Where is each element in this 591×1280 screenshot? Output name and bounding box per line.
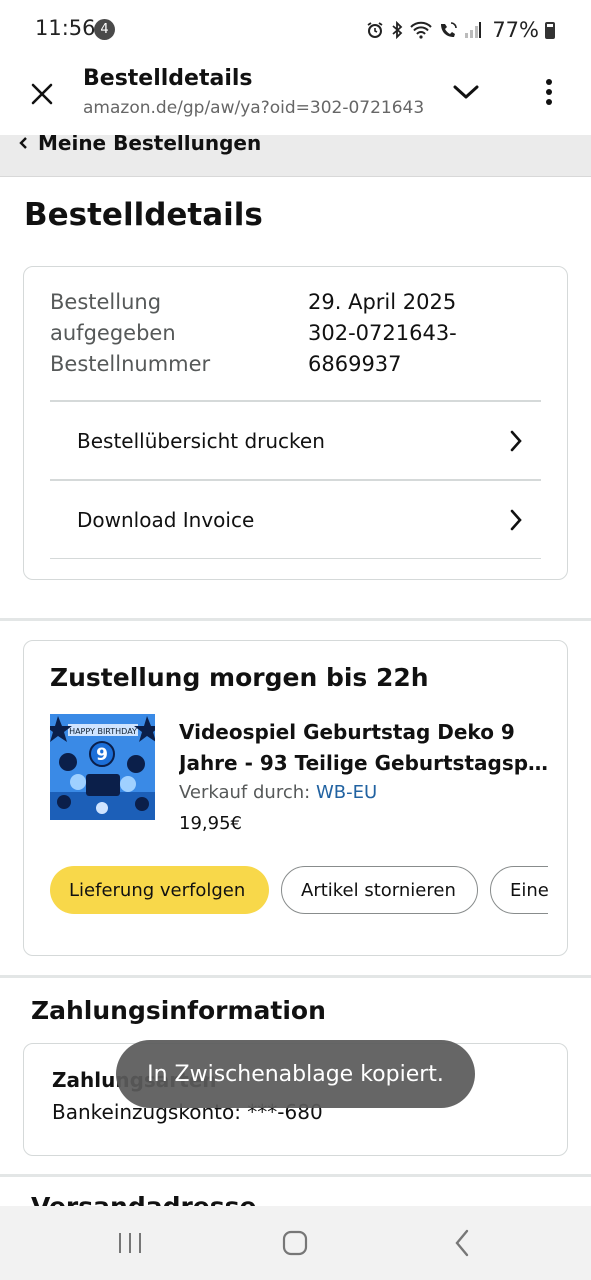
download-invoice-label: Download Invoice (77, 507, 255, 532)
product-price: 19,95€ (179, 813, 242, 834)
recent-apps-icon (119, 1233, 141, 1253)
breadcrumb-link-orders[interactable]: Meine Bestellungen (18, 135, 261, 155)
battery-percent: 77% (492, 18, 539, 42)
print-summary-link[interactable]: Bestellübersicht drucken (50, 400, 541, 479)
close-button[interactable] (22, 74, 62, 114)
svg-text:HAPPY BIRTHDAY: HAPPY BIRTHDAY (69, 727, 137, 736)
breadcrumb: Meine Bestellungen (0, 135, 591, 177)
cancel-item-button[interactable]: Artikel stornieren (281, 866, 478, 914)
product-image-graphic: HAPPY BIRTHDAY 9 (50, 714, 155, 820)
chevron-left-icon (19, 137, 27, 149)
shipment-card: Zustellung morgen bis 22h HAPPY BIRTHDAY… (23, 640, 568, 956)
shipping-address-heading: Versandadresse (31, 1196, 331, 1206)
wifi-icon (410, 21, 433, 39)
battery-icon (545, 21, 555, 39)
label-order-number: Bestellnummer (50, 352, 211, 376)
label-order-placed: Bestellung (50, 290, 162, 314)
shipment-actions: Lieferung verfolgen Artikel stornieren E… (50, 866, 548, 916)
close-icon (31, 83, 53, 105)
status-icons: 77% (366, 18, 555, 42)
bluetooth-icon (392, 21, 403, 39)
order-summary-card: Bestellung aufgegeben Bestellnummer 29. … (23, 266, 568, 580)
signal-icon (465, 22, 482, 38)
page-title: Bestelldetails (24, 197, 263, 233)
more-action-button[interactable]: Eine (490, 866, 548, 914)
section-divider (0, 975, 591, 978)
clipboard-toast: In Zwischenablage kopiert. (116, 1040, 475, 1108)
notification-count-badge: 4 (94, 19, 115, 40)
product-title-line1: Videospiel Geburtstag Deko 9 (179, 720, 515, 744)
back-button[interactable] (442, 1226, 482, 1260)
product-title-line2: Jahre - 93 Teilige Geburtstagsp... (179, 751, 549, 775)
delivery-heading: Zustellung morgen bis 22h (50, 663, 429, 692)
more-vertical-icon (546, 79, 552, 105)
chevron-right-icon (510, 430, 522, 451)
seller-link[interactable]: WB-EU (316, 782, 377, 803)
home-icon (282, 1230, 308, 1256)
browser-url[interactable]: amazon.de/gp/aw/ya?oid=302-0721643-68699… (83, 98, 423, 118)
alarm-icon (367, 22, 383, 38)
order-summary-values: 29. April 2025 302-0721643- 6869937 (308, 287, 508, 380)
order-date: 29. April 2025 (308, 290, 457, 314)
product-image[interactable]: HAPPY BIRTHDAY 9 (50, 714, 155, 820)
seller-info: Verkauf durch: WB-EU (179, 782, 377, 803)
breadcrumb-label: Meine Bestellungen (38, 135, 262, 155)
divider (50, 558, 541, 559)
expand-header-button[interactable] (448, 74, 484, 110)
label-order-placed-cont: aufgegeben (50, 321, 176, 345)
status-time: 11:56 (35, 16, 96, 40)
track-package-button[interactable]: Lieferung verfolgen (50, 866, 269, 914)
wifi-call-icon (441, 22, 458, 37)
order-number-part1: 302-0721643- (308, 321, 457, 345)
download-invoice-link[interactable]: Download Invoice (50, 479, 541, 558)
browser-title: Bestelldetails (83, 66, 253, 91)
section-divider (0, 618, 591, 621)
print-summary-label: Bestellübersicht drucken (77, 428, 325, 453)
recent-apps-button[interactable] (110, 1226, 150, 1260)
svg-text:9: 9 (96, 745, 108, 765)
back-icon (455, 1229, 469, 1257)
home-button[interactable] (275, 1226, 315, 1260)
payment-heading: Zahlungsinformation (31, 996, 326, 1025)
order-number-part2: 6869937 (308, 352, 402, 376)
more-options-button[interactable] (534, 72, 564, 112)
section-divider (0, 1174, 591, 1177)
chevron-right-icon (510, 509, 522, 530)
product-title-link[interactable]: Videospiel Geburtstag Deko 9 Jahre - 93 … (179, 717, 549, 779)
status-bar: 11:56 4 77% (0, 0, 591, 60)
chevron-down-icon (453, 85, 479, 99)
system-nav-bar (0, 1206, 591, 1280)
shipping-address-heading-text: Versandadresse (31, 1196, 331, 1206)
order-summary-labels: Bestellung aufgegeben Bestellnummer (50, 287, 210, 380)
seller-prefix: Verkauf durch: (179, 782, 316, 803)
browser-header: Bestelldetails amazon.de/gp/aw/ya?oid=30… (0, 60, 591, 135)
